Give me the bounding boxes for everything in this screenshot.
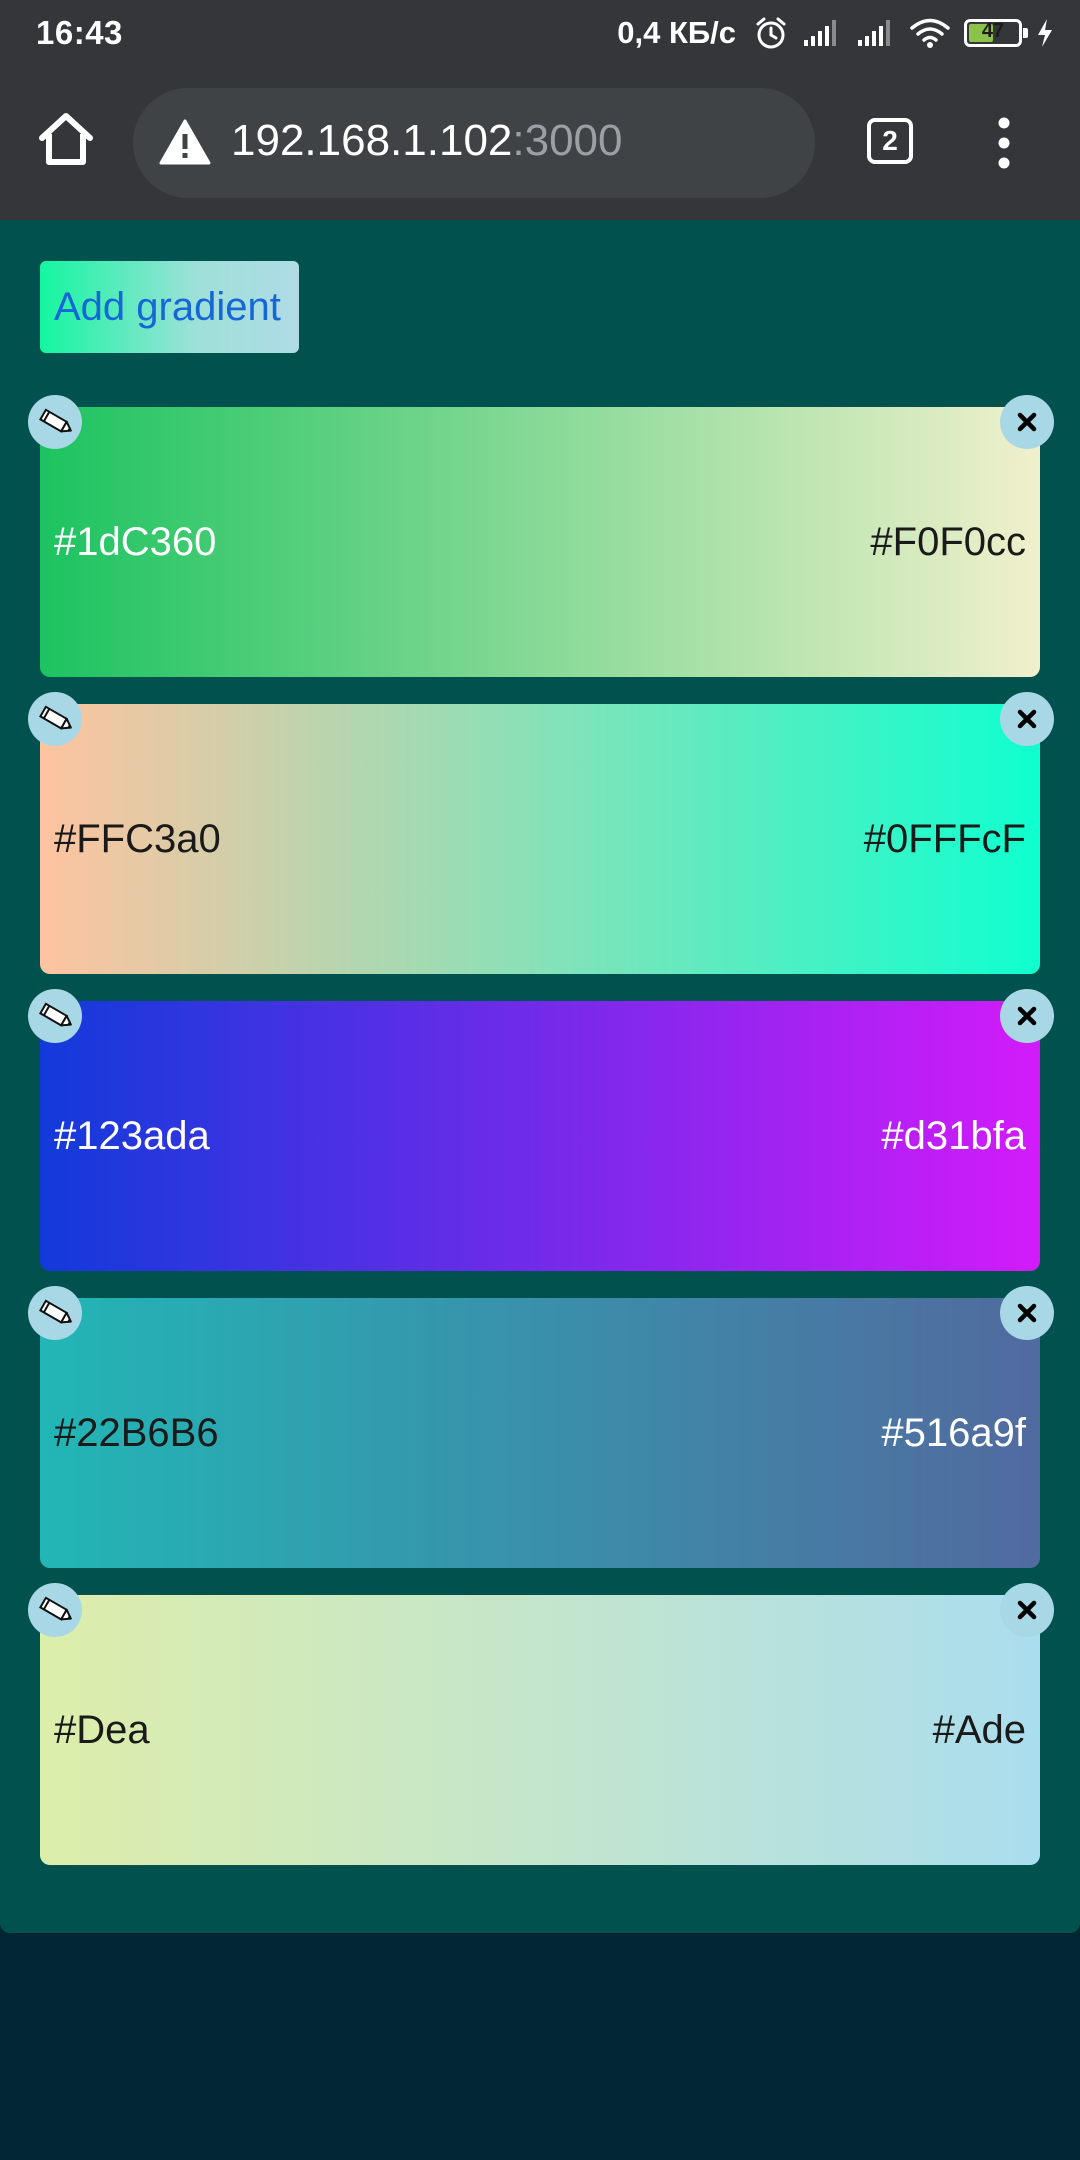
url-text[interactable]: 192.168.1.102:3000 xyxy=(231,116,623,166)
close-icon xyxy=(1017,709,1037,729)
gradient-end-label: #0FFFcF xyxy=(863,817,1026,861)
gradient-card: #22B6B6 #516a9f xyxy=(28,1286,1054,1568)
close-icon xyxy=(1017,1006,1037,1026)
gradient-card: #Dea #Ade xyxy=(28,1583,1054,1865)
delete-gradient-button[interactable] xyxy=(1000,1286,1054,1340)
page-content: Add gradient #1dC360 #F0F0cc #FFC3a0 #0F… xyxy=(0,220,1080,1933)
address-bar[interactable]: 192.168.1.102:3000 xyxy=(133,88,815,198)
gradient-end-label: #d31bfa xyxy=(881,1114,1026,1158)
pencil-icon xyxy=(39,1596,72,1621)
alarm-icon xyxy=(754,16,788,50)
status-bar: 16:43 0,4 КБ/с 47 xyxy=(0,0,1080,66)
pencil-icon xyxy=(39,1299,72,1324)
signal-icon xyxy=(802,18,842,48)
gradient-card: #1dC360 #F0F0cc xyxy=(28,395,1054,677)
pencil-icon xyxy=(39,1002,72,1027)
battery-level: 47 xyxy=(981,20,1005,42)
edit-gradient-button[interactable] xyxy=(28,692,82,746)
pencil-icon xyxy=(39,408,72,433)
status-icons: 0,4 КБ/с 47 xyxy=(617,12,1054,54)
pencil-icon xyxy=(39,705,72,730)
url-port: :3000 xyxy=(512,116,623,165)
more-vert-icon[interactable] xyxy=(984,116,1024,170)
delete-gradient-button[interactable] xyxy=(1000,395,1054,449)
status-time: 16:43 xyxy=(36,14,123,51)
home-button[interactable] xyxy=(36,108,96,168)
battery-icon: 47 xyxy=(964,19,1028,47)
gradient-end-label: #516a9f xyxy=(881,1411,1026,1455)
gradient-end-label: #Ade xyxy=(932,1708,1026,1752)
wifi-icon xyxy=(910,17,950,49)
add-gradient-button[interactable]: Add gradient xyxy=(40,261,299,353)
signal-icon xyxy=(856,18,896,48)
browser-toolbar: 192.168.1.102:3000 2 xyxy=(0,66,1080,220)
delete-gradient-button[interactable] xyxy=(1000,1583,1054,1637)
close-icon xyxy=(1017,1600,1037,1620)
home-icon xyxy=(39,113,93,165)
charging-icon xyxy=(1036,18,1054,48)
edit-gradient-button[interactable] xyxy=(28,1286,82,1340)
edit-gradient-button[interactable] xyxy=(28,395,82,449)
gradient-start-label: #FFC3a0 xyxy=(54,817,221,861)
gradient-card: #123ada #d31bfa xyxy=(28,989,1054,1271)
gradient-start-label: #22B6B6 xyxy=(54,1411,219,1455)
close-icon xyxy=(1017,412,1037,432)
tab-count: 2 xyxy=(882,125,898,156)
network-speed: 0,4 КБ/с xyxy=(617,15,736,50)
tabs-icon[interactable]: 2 xyxy=(867,118,913,164)
warning-icon[interactable] xyxy=(159,118,211,171)
gradient-end-label: #F0F0cc xyxy=(870,520,1026,564)
gradient-start-label: #1dC360 xyxy=(54,520,217,564)
gradient-start-label: #123ada xyxy=(54,1114,210,1158)
url-host: 192.168.1.102 xyxy=(231,116,513,165)
close-icon xyxy=(1017,1303,1037,1323)
edit-gradient-button[interactable] xyxy=(28,989,82,1043)
edit-gradient-button[interactable] xyxy=(28,1583,82,1637)
gradient-card: #FFC3a0 #0FFFcF xyxy=(28,692,1054,974)
delete-gradient-button[interactable] xyxy=(1000,989,1054,1043)
delete-gradient-button[interactable] xyxy=(1000,692,1054,746)
gradient-start-label: #Dea xyxy=(54,1708,150,1752)
